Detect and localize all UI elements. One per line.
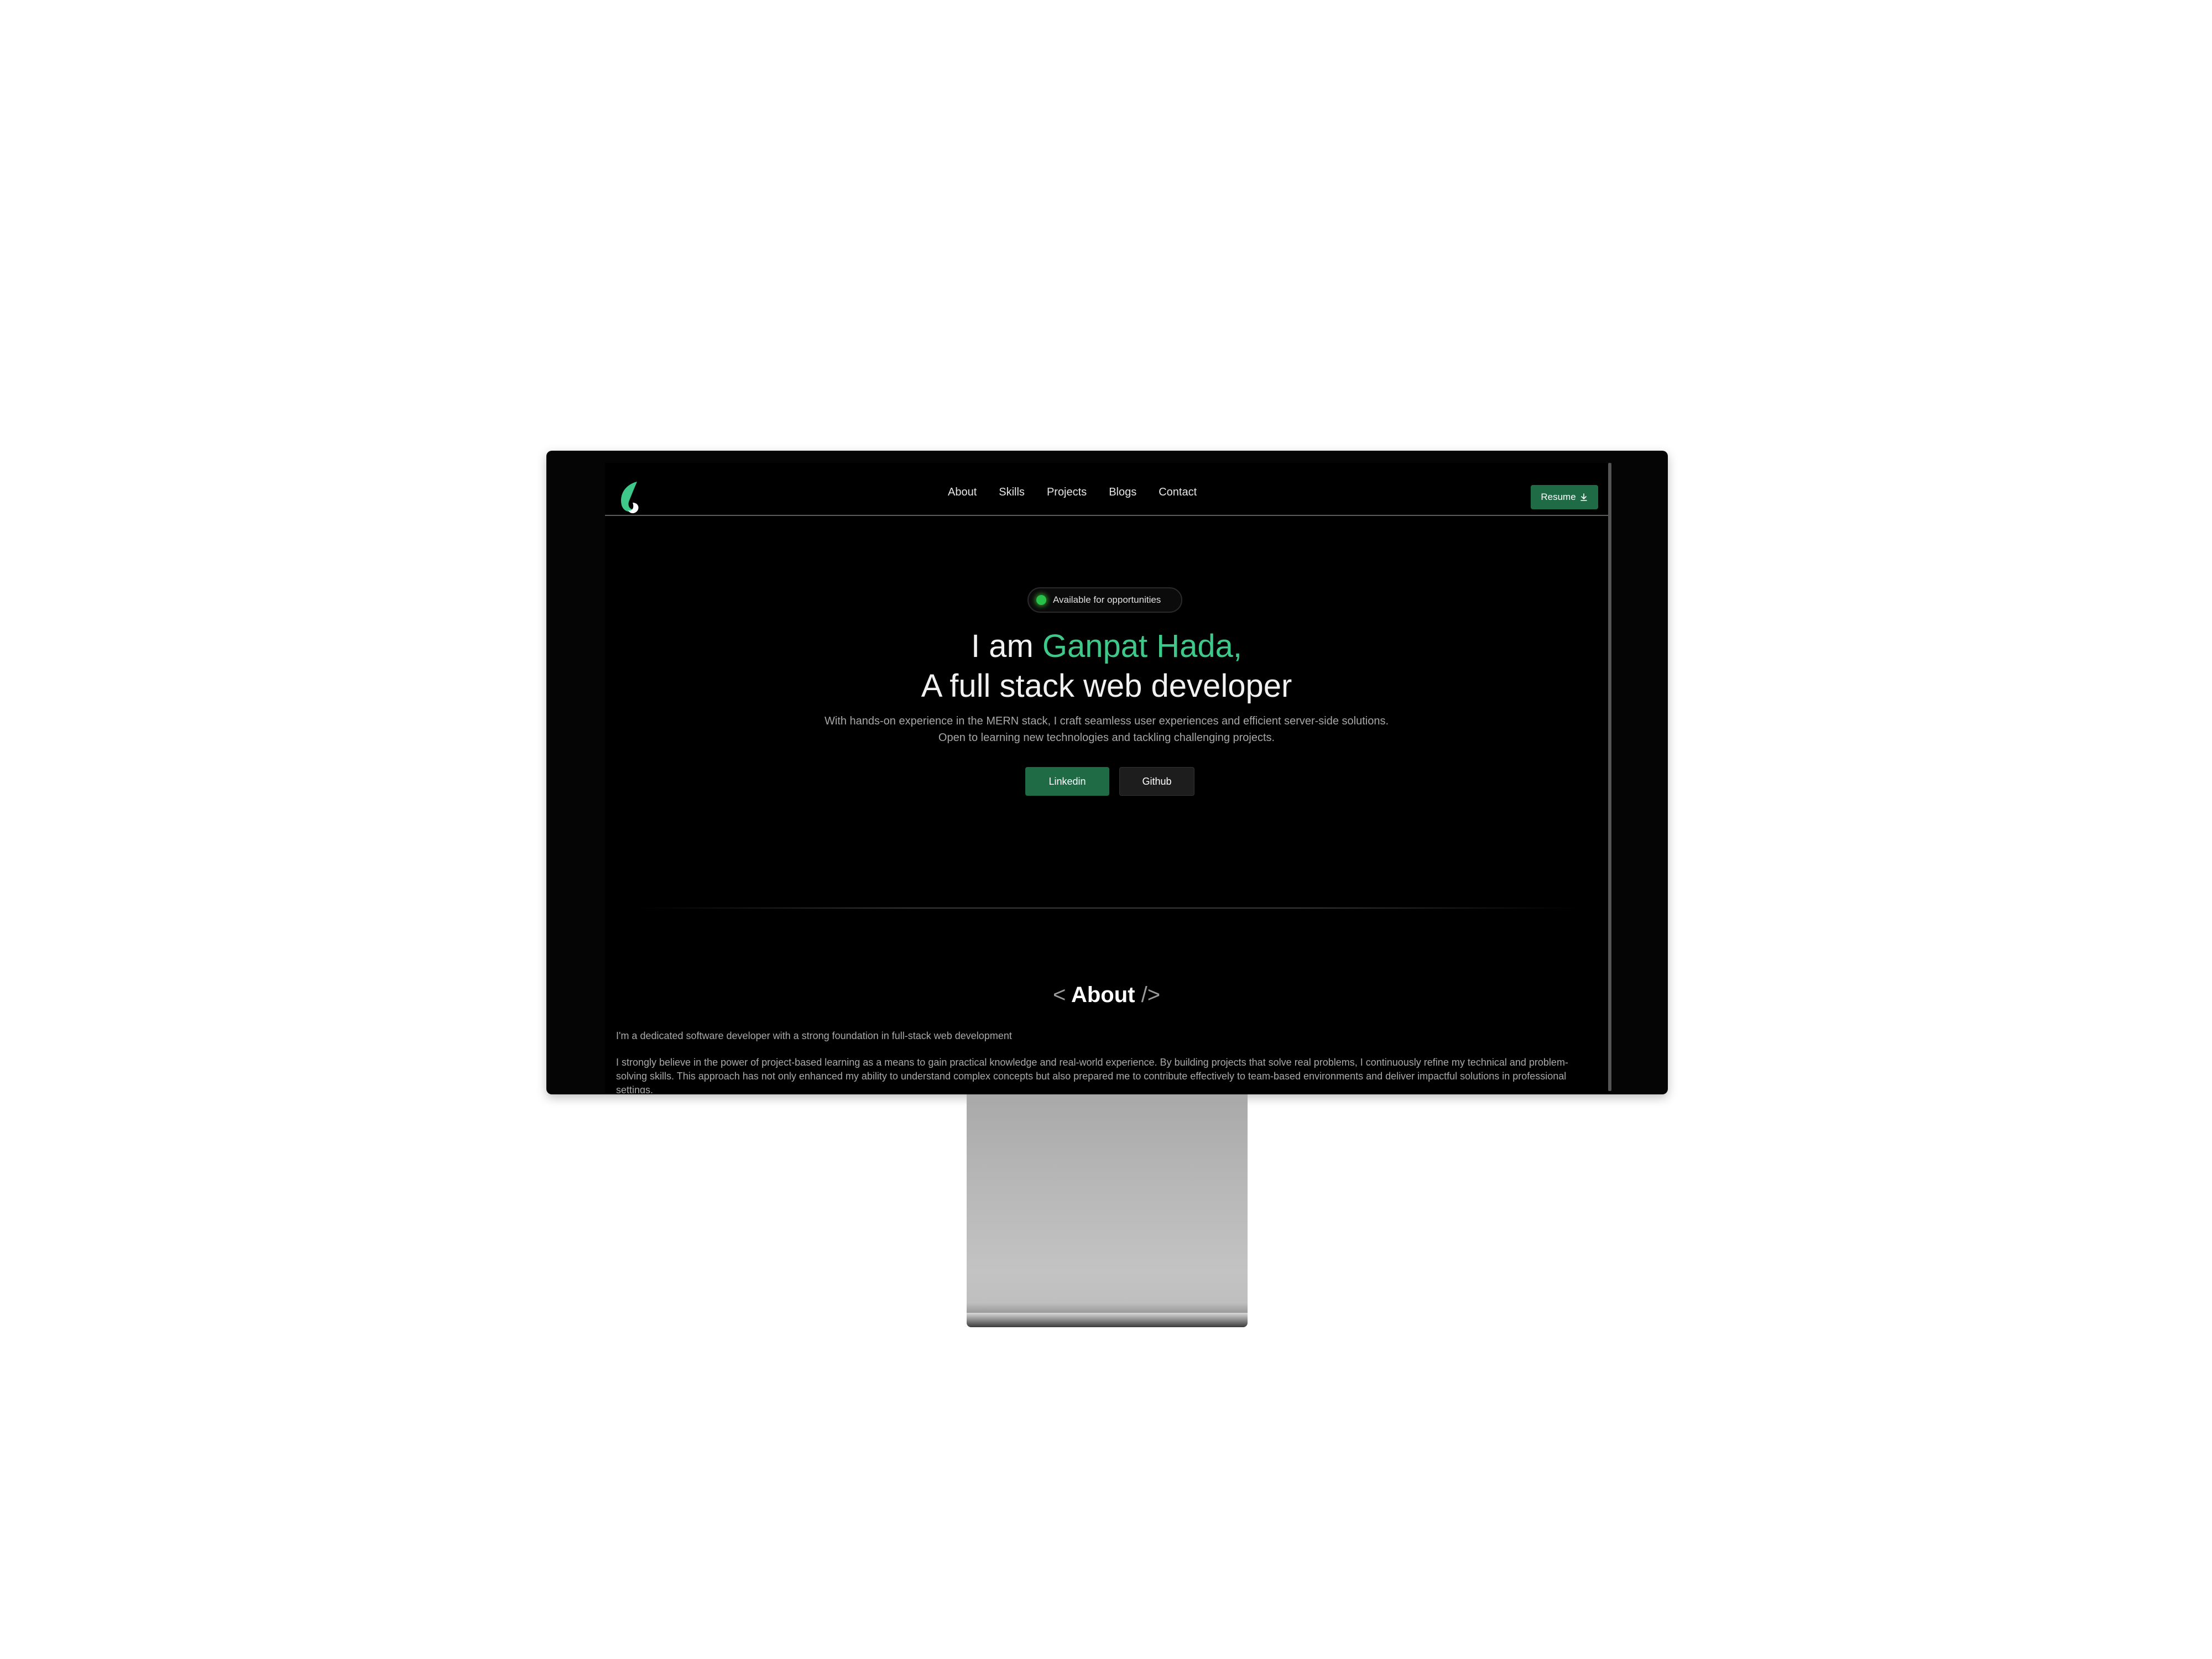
browser-viewport: About Skills Projects Blogs Contact Resu… (605, 463, 1610, 1093)
monitor-stand-shadow (967, 1303, 1248, 1314)
availability-badge: Available for opportunities (1027, 587, 1182, 613)
download-icon (1580, 493, 1587, 501)
hero-name: Ganpat Hada, (1042, 628, 1243, 664)
hero-title-prefix: I am (971, 628, 1042, 664)
hero-title-line1: I am Ganpat Hada, (605, 627, 1608, 666)
availability-text: Available for opportunities (1053, 594, 1161, 605)
nav-projects-link[interactable]: Projects (1047, 486, 1087, 499)
linkedin-button[interactable]: Linkedin (1025, 767, 1109, 796)
hero-title-line2: A full stack web developer (921, 668, 1292, 704)
nav-contact-link[interactable]: Contact (1159, 486, 1197, 499)
logo-icon[interactable] (616, 479, 644, 515)
scrollbar[interactable] (1608, 463, 1611, 1091)
status-dot-icon (1036, 595, 1046, 605)
resume-button[interactable]: Resume (1531, 485, 1598, 509)
about-heading: < About /> (605, 983, 1608, 1008)
about-paragraph-2: I strongly believe in the power of proje… (616, 1057, 1568, 1093)
hero-description-line1: With hands-on experience in the MERN sta… (824, 715, 1389, 727)
about-paragraph-1: I'm a dedicated software developer with … (616, 1030, 1012, 1041)
navbar: About Skills Projects Blogs Contact Resu… (605, 463, 1608, 516)
resume-label: Resume (1541, 492, 1576, 502)
stage: About Skills Projects Blogs Contact Resu… (0, 0, 2212, 1659)
monitor-stand-base (967, 1313, 1248, 1327)
scrollbar-thumb[interactable] (1608, 463, 1611, 1091)
hero-description-line2: Open to learning new technologies and ta… (938, 732, 1275, 744)
about-close-bracket: /> (1141, 983, 1161, 1007)
section-divider (638, 907, 1578, 909)
nav-skills-link[interactable]: Skills (999, 486, 1025, 499)
monitor: About Skills Projects Blogs Contact Resu… (546, 451, 1668, 1094)
nav-blogs-link[interactable]: Blogs (1109, 486, 1136, 499)
monitor-stand (967, 1094, 1248, 1316)
hero-buttons: Linkedin Github (1025, 767, 1194, 796)
about-open-bracket: < (1052, 983, 1066, 1007)
github-button[interactable]: Github (1119, 767, 1194, 796)
nav-links: About Skills Projects Blogs Contact (948, 486, 1197, 499)
about-title: About (1071, 983, 1135, 1007)
nav-about-link[interactable]: About (948, 486, 977, 499)
